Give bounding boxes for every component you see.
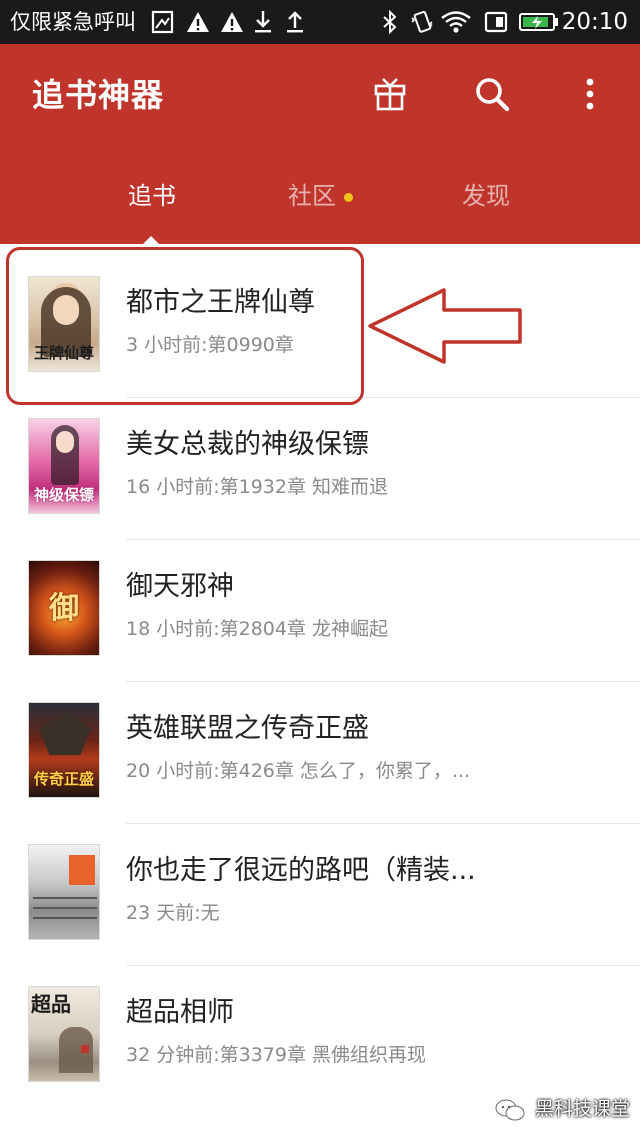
status-bar: 仅限紧急呼叫 20:10 xyxy=(0,0,640,44)
clock: 20:10 xyxy=(561,9,628,35)
tab-discover[interactable]: 发现 xyxy=(426,176,546,216)
book-cover: 传奇正盛 xyxy=(28,702,100,798)
book-update-info: 32 分钟前:第3379章 黑佛组织再现 xyxy=(126,1044,427,1066)
watermark-text: 黑科技课堂 xyxy=(534,1098,630,1120)
active-tab-indicator xyxy=(142,236,160,245)
download-icon xyxy=(255,11,271,33)
book-item[interactable]: 传奇正盛 英雄联盟之传奇正盛 20 小时前:第426章 怎么了，你累了，... xyxy=(0,682,640,824)
app-bar: 追书神器 追书 社区 发现 xyxy=(0,44,640,245)
notification-dot xyxy=(344,193,353,202)
book-item[interactable]: 超品 超品相师 32 分钟前:第3379章 黑佛组织再现 xyxy=(0,966,640,1108)
book-title: 英雄联盟之传奇正盛 xyxy=(126,713,369,744)
sim-icon xyxy=(151,10,174,34)
book-item[interactable]: 神级保镖 美女总裁的神级保镖 16 小时前:第1932章 知难而退 xyxy=(0,398,640,540)
highlight-box xyxy=(6,247,364,405)
app-title: 追书神器 xyxy=(32,76,165,114)
watermark: 黑科技课堂 xyxy=(495,1094,630,1124)
more-options-button[interactable] xyxy=(568,72,612,116)
search-button[interactable] xyxy=(470,72,514,116)
book-title: 美女总裁的神级保镖 xyxy=(126,429,369,460)
book-update-info: 23 天前:无 xyxy=(126,902,220,924)
wifi-icon xyxy=(441,11,471,33)
data-saver-icon xyxy=(484,11,508,33)
book-cover: 神级保镖 xyxy=(28,418,100,514)
book-update-info: 18 小时前:第2804章 龙神崛起 xyxy=(126,618,389,640)
book-cover: 超品 xyxy=(28,986,100,1082)
book-cover xyxy=(28,844,100,940)
vibrate-icon xyxy=(411,10,433,33)
book-title: 御天邪神 xyxy=(126,571,234,602)
book-cover: 御 xyxy=(28,560,100,656)
book-update-info: 16 小时前:第1932章 知难而退 xyxy=(126,476,389,498)
book-update-info: 20 小时前:第426章 怎么了，你累了，... xyxy=(126,760,471,782)
pointer-arrow-icon xyxy=(368,288,522,364)
search-icon xyxy=(476,78,510,112)
bluetooth-icon xyxy=(383,9,397,35)
cover-title: 御 xyxy=(49,591,79,626)
book-title: 超品相师 xyxy=(126,997,234,1028)
tab-zhuishu[interactable]: 追书 xyxy=(92,176,212,216)
cover-title: 传奇正盛 xyxy=(33,770,94,788)
carrier-label: 仅限紧急呼叫 xyxy=(10,10,136,34)
alert-icon xyxy=(221,12,243,32)
gift-button[interactable] xyxy=(368,72,412,116)
battery-charging-icon xyxy=(519,13,558,31)
gift-icon xyxy=(374,78,406,111)
more-vert-icon xyxy=(586,78,594,110)
alert-icon xyxy=(187,12,209,32)
tab-community[interactable]: 社区 xyxy=(252,176,372,216)
upload-icon xyxy=(287,11,303,33)
cover-title: 超品 xyxy=(31,992,71,1016)
book-title: 你也走了很远的路吧（精装... xyxy=(126,855,476,886)
book-item[interactable]: 御 御天邪神 18 小时前:第2804章 龙神崛起 xyxy=(0,540,640,682)
wechat-icon xyxy=(495,1099,525,1120)
cover-title: 神级保镖 xyxy=(33,486,94,504)
book-item[interactable]: 你也走了很远的路吧（精装... 23 天前:无 xyxy=(0,824,640,966)
